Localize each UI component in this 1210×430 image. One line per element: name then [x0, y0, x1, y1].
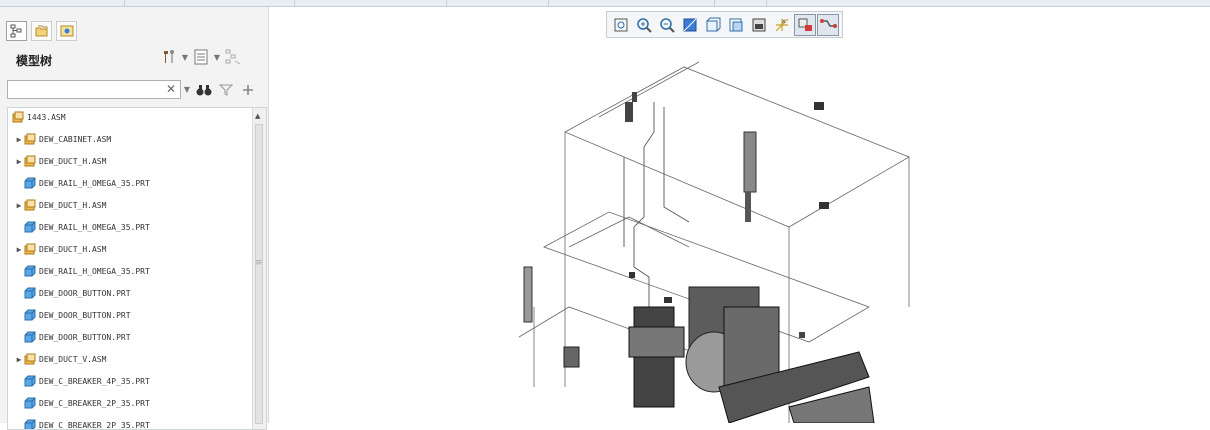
part-icon — [24, 177, 36, 189]
tree-scrollbar[interactable]: ▲ ≡ — [252, 108, 266, 429]
tree-item[interactable]: ▶ DEW_DUCT_V.ASM — [14, 349, 106, 369]
assembly-icon — [12, 111, 24, 123]
tree-item[interactable]: ▶ DEW_DUCT_H.ASM — [14, 195, 106, 215]
tree-item[interactable]: ▶ DEW_DUCT_H.ASM — [14, 239, 106, 259]
tree-item[interactable]: DEW_DOOR_BUTTON.PRT — [14, 305, 131, 325]
tree-item[interactable]: ▶ DEW_DUCT_H.ASM — [14, 151, 106, 171]
tree-item-label: DEW_DUCT_V.ASM — [39, 354, 107, 364]
tree-search-input[interactable]: ✕ — [7, 80, 181, 99]
expand-arrow-icon[interactable]: ▶ — [14, 135, 24, 144]
tree-item-label: DEW_C_BREAKER_4P_35.PRT — [39, 376, 150, 386]
assembly-icon — [24, 243, 36, 255]
model-viewport[interactable] — [269, 7, 1210, 423]
expand-arrow-icon[interactable]: ▶ — [14, 245, 24, 254]
folder-browser-tab[interactable] — [31, 21, 52, 41]
tree-item-label: DEW_C_BREAKER_2P_35.PRT — [39, 420, 150, 430]
model-tree-tab[interactable] — [6, 21, 27, 41]
tree-item[interactable]: DEW_C_BREAKER_2P_35.PRT — [14, 393, 150, 413]
show-icon[interactable] — [192, 48, 210, 66]
search-tools: ▼ — [183, 80, 257, 99]
part-icon — [24, 287, 36, 299]
tree-item[interactable]: DEW_C_BREAKER_4P_35.PRT — [14, 371, 150, 391]
binoculars-icon[interactable] — [195, 81, 213, 99]
tree-filter-icon[interactable] — [224, 48, 242, 66]
assembly-icon — [24, 133, 36, 145]
tree-item-label: DEW_RAIL_H_OMEGA_35.PRT — [39, 266, 150, 276]
chevron-down-icon[interactable]: ▼ — [213, 53, 221, 62]
tree-item-label: DEW_DUCT_H.ASM — [39, 244, 107, 254]
scroll-up-icon[interactable]: ▲ — [255, 112, 260, 120]
folder-icon — [35, 25, 47, 37]
expand-arrow-icon[interactable]: ▶ — [14, 355, 24, 364]
scroll-thumb[interactable] — [255, 124, 263, 424]
part-icon — [24, 375, 36, 387]
tree-item-label: 1443.ASM — [27, 112, 66, 122]
tree-item-label: DEW_DUCT_H.ASM — [39, 156, 107, 166]
components-3d — [523, 92, 875, 423]
top-ribbon-edge — [0, 0, 1210, 7]
favorites-icon — [60, 25, 73, 37]
part-icon — [24, 221, 36, 233]
model-tree-title: 模型树 — [16, 54, 53, 68]
tree-item[interactable]: ▶ DEW_CABINET.ASM — [14, 129, 111, 149]
model-tree-tools: ▼ ▼ — [160, 48, 242, 66]
tree-item-label: DEW_CABINET.ASM — [39, 134, 112, 144]
favorites-tab[interactable] — [56, 21, 77, 41]
add-icon[interactable] — [239, 81, 257, 99]
tree-item[interactable]: DEW_RAIL_H_OMEGA_35.PRT — [14, 217, 150, 237]
navigator-tabs — [6, 21, 77, 41]
tree-item[interactable]: 1443.ASM — [12, 108, 66, 127]
model-tree-icon — [10, 24, 21, 38]
tree-item-label: DEW_DOOR_BUTTON.PRT — [39, 310, 131, 320]
part-icon — [24, 309, 36, 321]
assembly-icon — [24, 353, 36, 365]
part-icon — [24, 265, 36, 277]
tree-item-label: DEW_C_BREAKER_2P_35.PRT — [39, 398, 150, 408]
tree-item[interactable]: DEW_RAIL_H_OMEGA_35.PRT — [14, 261, 150, 281]
expand-arrow-icon[interactable]: ▶ — [14, 201, 24, 210]
tree-item-label: DEW_DOOR_BUTTON.PRT — [39, 332, 131, 342]
assembly-icon — [24, 155, 36, 167]
tree-item-label: DEW_DOOR_BUTTON.PRT — [39, 288, 131, 298]
tree-item[interactable]: DEW_RAIL_H_OMEGA_35.PRT — [14, 173, 150, 193]
chevron-down-icon[interactable]: ▼ — [183, 85, 191, 94]
part-icon — [24, 397, 36, 409]
part-icon — [24, 419, 36, 429]
tree-item-label: DEW_DUCT_H.ASM — [39, 200, 107, 210]
tree-item-label: DEW_RAIL_H_OMEGA_35.PRT — [39, 222, 150, 232]
part-icon — [24, 331, 36, 343]
clear-icon[interactable]: ✕ — [166, 82, 176, 96]
navigator-panel: 模型树 ▼ ▼ ✕ ▼ ▲ ≡ 1443.ASM ▶ DEW_CABINET.A… — [0, 7, 269, 430]
settings-icon[interactable] — [160, 48, 178, 66]
tree-item[interactable]: DEW_DOOR_BUTTON.PRT — [14, 327, 131, 347]
filter-icon[interactable] — [217, 81, 235, 99]
assembly-icon — [24, 199, 36, 211]
scroll-grip-icon: ≡ — [255, 258, 263, 268]
expand-arrow-icon[interactable]: ▶ — [14, 157, 24, 166]
tree-item[interactable]: DEW_DOOR_BUTTON.PRT — [14, 283, 131, 303]
model-tree: ▲ ≡ 1443.ASM ▶ DEW_CABINET.ASM ▶ DEW_DUCT_H.… — [7, 107, 267, 430]
chevron-down-icon[interactable]: ▼ — [181, 53, 189, 62]
tree-item-label: DEW_RAIL_H_OMEGA_35.PRT — [39, 178, 150, 188]
